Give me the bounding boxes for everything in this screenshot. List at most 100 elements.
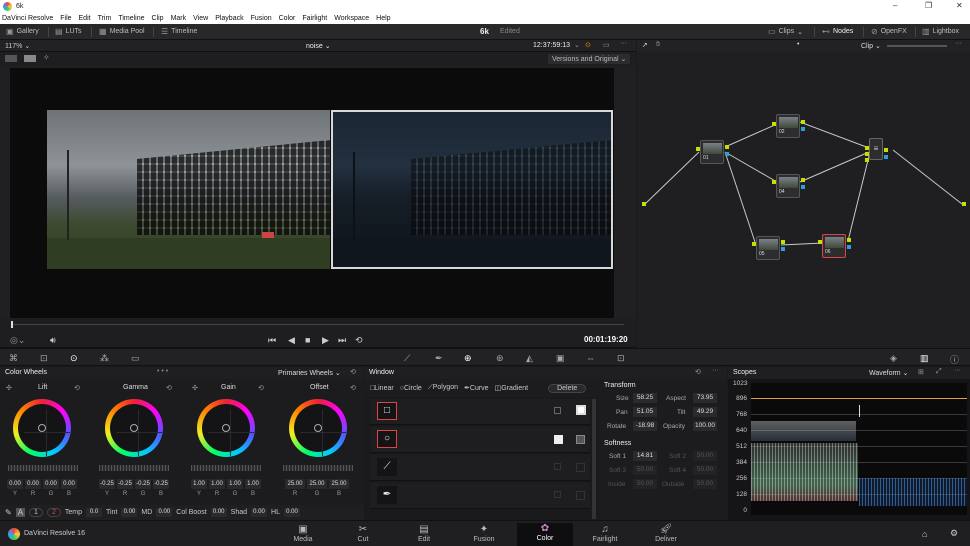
colboost-value[interactable]: 0.00: [210, 508, 227, 517]
compare-mode-select[interactable]: Versions and Original ⌄: [548, 54, 631, 64]
split-view-icon[interactable]: [24, 55, 36, 62]
window-list-scrollbar[interactable]: [592, 399, 596, 519]
single-view-icon[interactable]: [5, 55, 17, 62]
loop-icon[interactable]: ⟲: [355, 335, 363, 346]
temp-value[interactable]: 0.0: [85, 508, 102, 517]
menu-mark[interactable]: Mark: [171, 15, 187, 22]
node-06[interactable]: 06: [822, 234, 846, 258]
gallery-button[interactable]: ▣ Gallery: [6, 27, 39, 36]
page-dots[interactable]: • • •: [157, 368, 168, 375]
shad-value[interactable]: 0.00: [251, 508, 268, 517]
more-options-icon[interactable]: ···: [712, 367, 719, 374]
layer-mixer-node[interactable]: ≡: [869, 138, 883, 160]
window-row-circle[interactable]: ○: [370, 427, 590, 453]
keyframes-icon[interactable]: ◈: [890, 353, 897, 364]
settings-gear-icon[interactable]: ⚙: [950, 528, 958, 539]
tilt-value[interactable]: 49.29: [693, 407, 717, 417]
timecode-options-icon[interactable]: ⌄: [574, 41, 580, 49]
hand-icon[interactable]: ✋︎: [656, 41, 660, 49]
reset-icon[interactable]: ⟲: [695, 368, 701, 376]
reset-lift-icon[interactable]: ⟲: [74, 384, 80, 392]
delete-button[interactable]: Delete: [548, 383, 587, 393]
menu-fairlight[interactable]: Fairlight: [302, 15, 327, 22]
curves-icon[interactable]: ⟋: [404, 353, 410, 364]
lift-r-value[interactable]: 0.00: [25, 479, 41, 489]
sizing-icon[interactable]: ⇔: [586, 353, 595, 363]
clip-name-select[interactable]: noise ⌄: [306, 42, 331, 50]
maximize-button[interactable]: ❐: [925, 1, 932, 10]
info-icon[interactable]: ⓘ: [950, 353, 959, 366]
first-frame-icon[interactable]: ⏮︎: [268, 335, 276, 346]
menu-fusion[interactable]: Fusion: [251, 15, 272, 22]
media-pool-button[interactable]: ▦ Media Pool: [99, 27, 145, 36]
hl-value[interactable]: 0.00: [283, 508, 300, 517]
wheels-mode-select[interactable]: Primaries Wheels ⌄: [278, 369, 341, 377]
enable-toggle[interactable]: [576, 435, 585, 444]
page-color[interactable]: ✿ Color: [517, 523, 573, 546]
offset-master-slider[interactable]: [283, 465, 353, 471]
camera-raw-icon[interactable]: ⌘: [9, 353, 18, 364]
offset-wheel[interactable]: [289, 399, 347, 457]
reset-offset-icon[interactable]: ⟲: [350, 384, 356, 392]
color-match-icon[interactable]: ⊡: [40, 353, 48, 364]
node-05[interactable]: 05: [756, 236, 780, 260]
size-value[interactable]: 58.25: [633, 393, 657, 403]
lift-g-value[interactable]: 0.00: [43, 479, 59, 489]
reverse-icon[interactable]: ◀: [288, 335, 295, 346]
stop-icon[interactable]: ■: [305, 335, 310, 345]
tint-value[interactable]: 0.00: [121, 508, 138, 517]
motion-effects-icon[interactable]: ▭: [131, 353, 140, 364]
enable-toggle[interactable]: [576, 405, 586, 415]
more-options-icon[interactable]: ···: [955, 40, 962, 47]
3d-icon[interactable]: ⊡: [617, 353, 625, 364]
expand-icon[interactable]: ⤢: [936, 368, 942, 376]
offset-g-value[interactable]: 25.00: [307, 479, 327, 489]
lift-master-slider[interactable]: [8, 465, 78, 471]
menu-file[interactable]: File: [60, 15, 71, 22]
rgb-mixer-icon[interactable]: ⁂: [100, 353, 109, 364]
picker-icon[interactable]: ✣: [6, 384, 12, 392]
node-mode-select[interactable]: Clip ⌄: [861, 42, 881, 50]
zoom-select[interactable]: 117% ⌄: [5, 42, 30, 50]
playhead[interactable]: [11, 321, 13, 328]
node-01[interactable]: 01: [700, 140, 724, 164]
window-row-linear[interactable]: □: [370, 399, 590, 425]
scopes-icon[interactable]: ▥: [920, 353, 929, 364]
picker-icon[interactable]: ✣: [192, 384, 198, 392]
gradient-tool[interactable]: ◫Gradient: [495, 384, 528, 392]
page-cut[interactable]: ✂ Cut: [338, 524, 388, 543]
menu-color[interactable]: Color: [279, 15, 296, 22]
lift-b-value[interactable]: 0.00: [61, 479, 77, 489]
gamma-r-value[interactable]: -0.25: [117, 479, 133, 489]
key-icon[interactable]: ▣: [556, 353, 565, 364]
menu-playback[interactable]: Playback: [215, 15, 243, 22]
pan-value[interactable]: 51.05: [633, 407, 657, 417]
invert-toggle[interactable]: [554, 435, 563, 444]
close-button[interactable]: ✕: [956, 1, 963, 10]
circle-tool[interactable]: ○Circle: [400, 385, 422, 392]
node-02[interactable]: 02: [776, 114, 800, 138]
page-deliver[interactable]: 🚀︎ Deliver: [641, 524, 691, 543]
soft1-value[interactable]: 14.81: [633, 451, 657, 461]
layout-icon[interactable]: ⊞: [918, 368, 924, 376]
gain-g-value[interactable]: 1.00: [227, 479, 243, 489]
loop-view-icon[interactable]: ◎⌄: [10, 335, 25, 346]
scrubber[interactable]: [0, 318, 636, 332]
more-options-icon[interactable]: ···: [954, 367, 961, 374]
timeline-button[interactable]: ☰ Timeline: [161, 27, 197, 36]
curve-tool[interactable]: ✒Curve: [464, 384, 489, 392]
gain-y-value[interactable]: 1.00: [191, 479, 207, 489]
page-fusion[interactable]: ✦ Fusion: [459, 524, 509, 543]
page-fairlight[interactable]: ♫ Fairlight: [580, 524, 630, 543]
md-value[interactable]: 0.00: [156, 508, 173, 517]
highlight-icon[interactable]: ⊙: [585, 41, 591, 49]
gamma-wheel[interactable]: [105, 399, 163, 457]
qualifier-icon[interactable]: ✒: [435, 353, 443, 364]
nodes-button[interactable]: ⊷ Nodes: [822, 27, 853, 36]
invert-toggle[interactable]: [554, 491, 561, 498]
pointer-icon[interactable]: ➚: [642, 41, 648, 49]
reset-gamma-icon[interactable]: ⟲: [166, 384, 172, 392]
menu-clip[interactable]: Clip: [152, 15, 164, 22]
adjust-page-2[interactable]: 2: [46, 508, 61, 517]
gain-b-value[interactable]: 1.00: [245, 479, 261, 489]
